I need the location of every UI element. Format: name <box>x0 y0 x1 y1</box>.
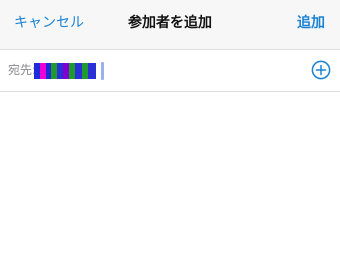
recipient-field[interactable]: 宛先: <box>0 50 340 92</box>
text-cursor <box>101 62 104 80</box>
plus-circle-icon[interactable] <box>311 60 331 80</box>
nav-header: 参加者を追加 キャンセル 追加 <box>0 0 340 50</box>
add-button[interactable]: 追加 <box>297 0 325 49</box>
redacted-recipient-token[interactable] <box>34 63 96 79</box>
cancel-button[interactable]: キャンセル <box>14 0 84 49</box>
recipient-label: 宛先: <box>8 63 37 77</box>
